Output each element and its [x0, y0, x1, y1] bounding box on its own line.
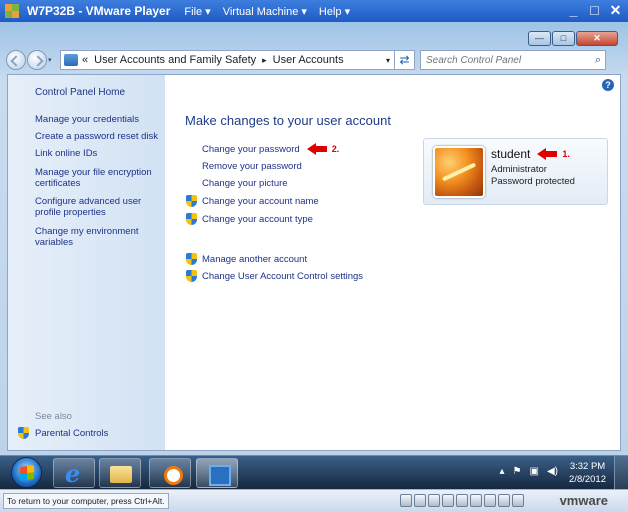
manage-another-account-link[interactable]: Manage another account	[186, 253, 307, 265]
clock-date: 2/8/2012	[569, 474, 606, 485]
hard-disk-icon[interactable]	[400, 494, 412, 507]
annotation-step-1: 1.	[562, 149, 570, 159]
change-account-name-label: Change your account name	[202, 195, 319, 207]
search-box[interactable]: ⌕	[420, 50, 606, 70]
menu-help[interactable]: Help ▾	[319, 5, 350, 18]
content-area: Control Panel Home Manage your credentia…	[7, 74, 621, 451]
manage-credentials-link[interactable]: Manage your credentials	[35, 114, 160, 125]
change-account-type-label: Change your account type	[202, 213, 313, 225]
environment-variables-link[interactable]: Change my environment variables	[35, 226, 160, 248]
clock[interactable]: 3:32 PM 2/8/2012	[569, 460, 606, 486]
vmware-logo-icon	[5, 4, 19, 18]
recent-pages-dropdown[interactable]: ▾	[48, 56, 56, 64]
link-online-ids-link[interactable]: Link online IDs	[35, 148, 160, 159]
password-reset-disk-link[interactable]: Create a password reset disk	[35, 131, 160, 142]
left-pane: Control Panel Home Manage your credentia…	[8, 75, 165, 450]
address-dropdown-icon[interactable]: ▾	[386, 56, 394, 65]
uac-shield-icon	[186, 270, 197, 282]
internet-explorer-icon[interactable]	[53, 458, 95, 488]
explorer-window: — □ ✕ ▾ « User Accounts and Family Safet…	[0, 22, 628, 455]
start-button[interactable]	[11, 457, 42, 488]
parental-controls-link[interactable]: Parental Controls	[18, 427, 108, 439]
vmware-brand-logo: vmware	[559, 493, 608, 508]
sound-icon[interactable]	[470, 494, 482, 507]
menu-file[interactable]: File ▾	[184, 5, 210, 18]
control-panel-taskbar-icon[interactable]	[196, 458, 238, 488]
network-adapter-icon[interactable]	[442, 494, 454, 507]
vmware-window-title: W7P32B - VMware Player	[27, 4, 171, 18]
taskbar: ▴ ⚑ ▣ ◀) 3:32 PM 2/8/2012	[0, 455, 628, 490]
breadcrumb-separator-icon[interactable]: ▸	[262, 55, 267, 66]
vmware-status-bar: To return to your computer, press Ctrl+A…	[0, 489, 628, 512]
network-icon[interactable]: ▣	[530, 466, 539, 477]
manage-another-account-label: Manage another account	[202, 253, 308, 265]
user-picture-flower[interactable]	[433, 146, 485, 198]
red-arrow-icon	[537, 148, 558, 160]
remove-password-link[interactable]: Remove your password	[202, 161, 302, 172]
see-also-heading: See also	[35, 411, 72, 422]
user-accounts-icon	[64, 54, 78, 66]
device-icons	[400, 494, 524, 507]
uac-shield-icon	[18, 427, 29, 439]
vmware-maximize-button[interactable]: □	[586, 2, 603, 19]
printer-icon[interactable]	[484, 494, 496, 507]
address-bar[interactable]: « User Accounts and Family Safety ▸ User…	[60, 50, 395, 70]
close-button[interactable]: ✕	[576, 31, 618, 46]
uac-shield-icon	[186, 213, 197, 225]
user-name: student	[491, 147, 531, 161]
volume-icon[interactable]: ◀)	[547, 466, 558, 477]
change-account-type-link[interactable]: Change your account type	[186, 213, 313, 225]
show-hidden-icons-icon[interactable]: ▴	[500, 466, 505, 477]
file-encryption-link[interactable]: Manage your file encryption certificates	[35, 167, 160, 189]
change-picture-link[interactable]: Change your picture	[202, 178, 288, 189]
help-icon[interactable]: ?	[602, 79, 614, 91]
usb-icon[interactable]	[456, 494, 468, 507]
uac-shield-icon	[186, 195, 197, 207]
red-arrow-icon	[306, 143, 327, 155]
maximize-button[interactable]: □	[552, 31, 575, 46]
control-panel-home-link[interactable]: Control Panel Home	[35, 87, 160, 98]
breadcrumb-overflow[interactable]: «	[82, 54, 88, 66]
display-icon[interactable]	[498, 494, 510, 507]
windows-explorer-icon[interactable]	[99, 458, 141, 488]
user-account-card: student 1. Administrator Password protec…	[423, 138, 608, 205]
back-button[interactable]	[6, 50, 26, 70]
vmware-close-button[interactable]: ✕	[607, 2, 624, 19]
menu-virtual-machine[interactable]: Virtual Machine ▾	[223, 5, 307, 18]
search-input[interactable]	[426, 54, 586, 66]
minimize-button[interactable]: —	[528, 31, 551, 46]
breadcrumb-current[interactable]: User Accounts	[273, 54, 344, 66]
parental-controls-label: Parental Controls	[35, 427, 109, 439]
user-role: Administrator	[491, 164, 547, 175]
advanced-profile-link[interactable]: Configure advanced user profile properti…	[35, 196, 160, 218]
uac-settings-label: Change User Account Control settings	[202, 270, 364, 282]
uac-settings-link[interactable]: Change User Account Control settings	[186, 270, 363, 282]
change-account-name-link[interactable]: Change your account name	[186, 195, 319, 207]
clock-time: 3:32 PM	[569, 461, 606, 472]
uac-shield-icon	[186, 253, 197, 265]
page-title: Make changes to your user account	[185, 113, 391, 128]
status-message: To return to your computer, press Ctrl+A…	[3, 493, 169, 509]
refresh-icon[interactable]: ⇄	[395, 50, 415, 70]
forward-button[interactable]	[27, 50, 47, 70]
annotation-step-2: 2.	[331, 144, 340, 154]
message-log-icon[interactable]	[512, 494, 524, 507]
media-player-icon[interactable]	[149, 458, 191, 488]
cd-drive-icon[interactable]	[414, 494, 426, 507]
show-desktop-button[interactable]	[614, 456, 628, 490]
change-password-link[interactable]: Change your password	[202, 144, 300, 155]
action-center-flag-icon[interactable]: ⚑	[513, 466, 522, 477]
system-tray: ▴ ⚑ ▣ ◀)	[500, 466, 558, 477]
user-password-status: Password protected	[491, 176, 575, 187]
vmware-titlebar: W7P32B - VMware Player File ▾ Virtual Ma…	[0, 0, 628, 22]
navigation-bar: ▾ « User Accounts and Family Safety ▸ Us…	[6, 49, 622, 71]
floppy-icon[interactable]	[428, 494, 440, 507]
vmware-minimize-button[interactable]: _	[565, 2, 582, 19]
breadcrumb-parent[interactable]: User Accounts and Family Safety	[94, 54, 256, 66]
search-icon[interactable]: ⌕	[595, 54, 605, 67]
